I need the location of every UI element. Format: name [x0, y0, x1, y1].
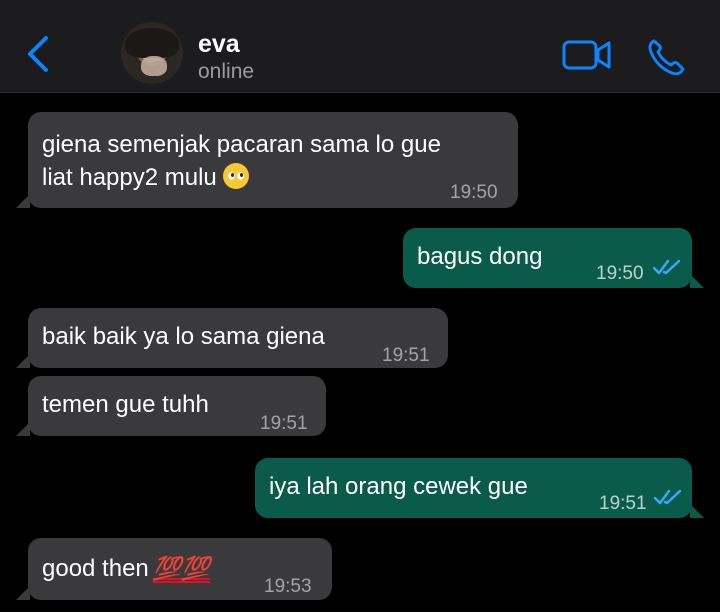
avatar-hair: [125, 28, 179, 58]
bubble-tail: [690, 504, 704, 518]
bubble-tail: [16, 194, 30, 208]
message-text: good then 💯💯: [42, 552, 210, 585]
avatar-hand: [141, 56, 167, 76]
message-text-content: good then: [42, 555, 149, 582]
message-text: iya lah orang cewek gue: [269, 473, 528, 500]
message-time: 19:51: [599, 493, 647, 514]
message-line: giena semenjak pacaran sama lo gue: [42, 131, 441, 158]
read-receipt-icon: [654, 489, 682, 505]
message-bubble-incoming[interactable]: good then 💯💯 19:53: [16, 538, 332, 600]
message-time: 19:50: [596, 263, 644, 284]
message-time: 19:53: [264, 576, 312, 597]
message-line-with-emoji: liat happy2 mulu: [42, 161, 441, 194]
message-bubble-incoming[interactable]: giena semenjak pacaran sama lo gue liat …: [16, 112, 518, 208]
hundred-points-emoji-icon: 💯💯: [152, 555, 211, 581]
bubble-tail: [16, 354, 30, 368]
contact-avatar[interactable]: [121, 22, 183, 84]
message-bubble-outgoing[interactable]: bagus dong 19:50: [403, 228, 704, 288]
bubble-tail: [16, 586, 30, 600]
message-time: 19:51: [382, 345, 430, 366]
chat-header: eva online: [0, 0, 720, 93]
bubble-tail: [16, 422, 30, 436]
message-bubble-outgoing[interactable]: iya lah orang cewek gue 19:51: [255, 458, 704, 518]
back-chevron-icon[interactable]: [22, 34, 58, 74]
message-bubble-incoming[interactable]: baik baik ya lo sama giena 19:51: [16, 308, 448, 368]
contact-name[interactable]: eva: [198, 30, 240, 59]
message-text: giena semenjak pacaran sama lo gue liat …: [42, 128, 441, 194]
phone-call-icon[interactable]: [646, 37, 686, 77]
message-time: 19:50: [450, 182, 498, 203]
message-bubble-incoming[interactable]: temen gue tuhh 19:51: [16, 376, 326, 436]
message-text: bagus dong: [417, 243, 543, 270]
message-text: baik baik ya lo sama giena: [42, 323, 325, 350]
message-text: temen gue tuhh: [42, 391, 209, 418]
pleading-face-emoji-icon: [222, 163, 249, 189]
contact-status: online: [198, 60, 255, 83]
message-time: 19:51: [260, 413, 308, 434]
message-line: liat happy2 mulu: [42, 164, 217, 191]
video-call-icon[interactable]: [562, 38, 612, 72]
bubble-tail: [690, 274, 704, 288]
read-receipt-icon: [653, 259, 681, 275]
